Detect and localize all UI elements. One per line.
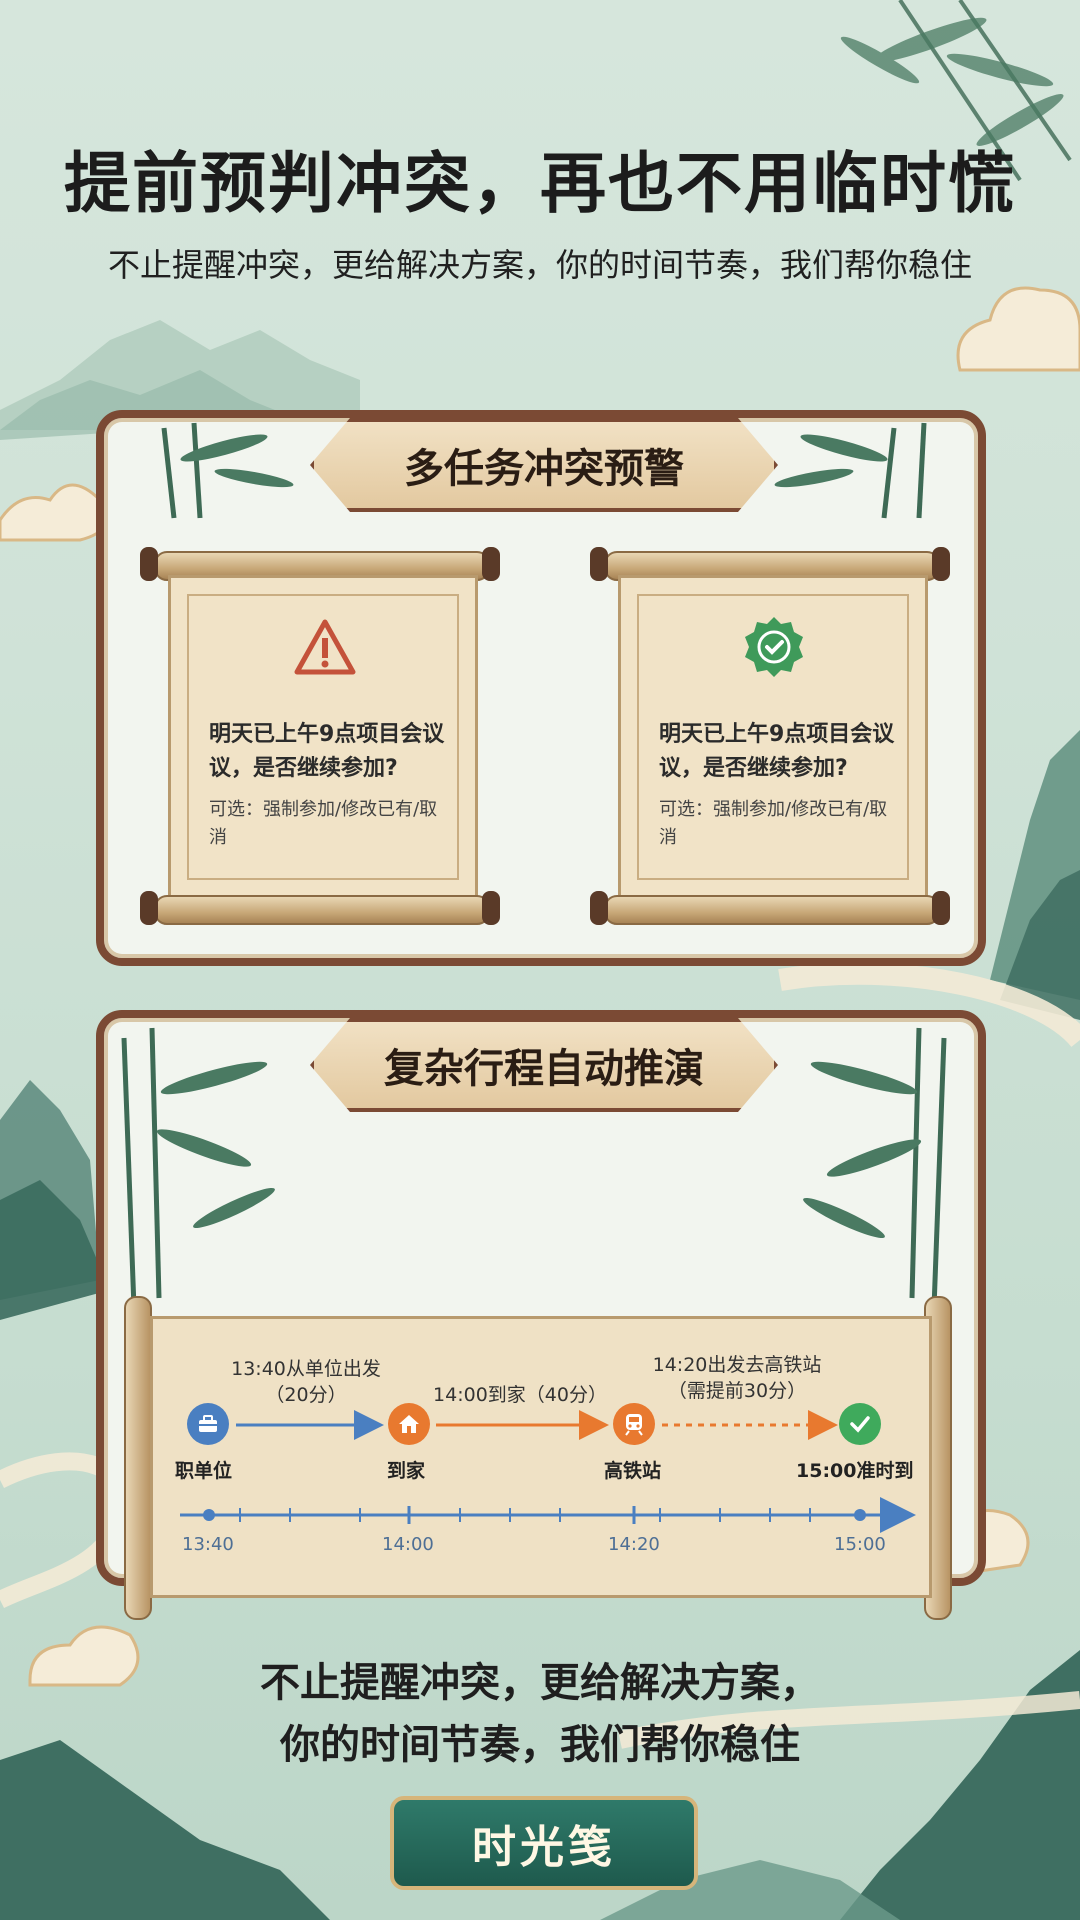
conflict-question: 明天已上午9点项目会议议，是否继续参加? xyxy=(209,722,445,781)
scroll-paper: 明天已上午9点项目会议议，是否继续参加? 可选：强制参加/修改已有/取消 xyxy=(618,575,928,899)
conflict-panel-title: 多任务冲突预警 xyxy=(310,418,778,512)
tick-label: 13:40 xyxy=(182,1534,234,1555)
briefcase-icon xyxy=(187,1403,229,1445)
tick-label: 14:00 xyxy=(382,1534,434,1555)
node-label-home: 到家 xyxy=(387,1460,426,1482)
conflict-card-2[interactable]: 明天已上午9点项目会议议，是否继续参加? 可选：强制参加/修改已有/取消 xyxy=(590,545,950,930)
conflict-options: 可选：强制参加/修改已有/取消 xyxy=(659,799,888,848)
node-label-arrival: 15:00准时到 xyxy=(796,1460,914,1482)
tick-label: 14:20 xyxy=(608,1534,660,1555)
page-title: 提前预判冲突，再也不用临时慌 xyxy=(64,145,1016,222)
scroll-knob xyxy=(140,547,158,581)
node-label-office: 职单位 xyxy=(175,1460,233,1482)
page-subtitle: 不止提醒冲突，更给解决方案，你的时间节奏，我们帮你稳住 xyxy=(107,246,972,284)
home-icon xyxy=(388,1403,430,1445)
brand-name: 时光笺 xyxy=(472,1822,616,1873)
scroll-bottom-rod xyxy=(604,895,940,925)
brand-badge[interactable]: 时光笺 xyxy=(390,1796,698,1890)
warning-triangle-icon xyxy=(294,619,356,675)
conflict-options: 可选：强制参加/修改已有/取消 xyxy=(209,799,438,848)
scroll-knob xyxy=(482,547,500,581)
scroll-bottom-rod xyxy=(154,895,490,925)
train-icon xyxy=(613,1403,655,1445)
itinerary-panel-title-text: 复杂行程自动推演 xyxy=(384,1046,704,1092)
tick-label: 15:00 xyxy=(834,1534,886,1555)
leg-label-3: 14:20出发去高铁站 （需提前30分） xyxy=(652,1354,822,1402)
check-badge-icon xyxy=(745,617,803,677)
scroll-paper: 明天已上午9点项目会议议，是否继续参加? 可选：强制参加/修改已有/取消 xyxy=(168,575,478,899)
conflict-panel-title-text: 多任务冲突预警 xyxy=(404,446,684,492)
node-label-station: 高铁站 xyxy=(604,1460,662,1482)
leg-label-1: 13:40从单位出发 （20分） xyxy=(231,1358,381,1406)
itinerary-panel-title: 复杂行程自动推演 xyxy=(310,1018,778,1112)
check-icon xyxy=(839,1403,881,1445)
leg-label-2: 14:00到家（40分） xyxy=(433,1384,607,1406)
footer-line-2: 你的时间节奏，我们帮你稳住 xyxy=(280,1722,800,1768)
conflict-question: 明天已上午9点项目会议议，是否继续参加? xyxy=(659,722,895,781)
scroll-left-rod xyxy=(124,1296,152,1620)
conflict-card-1[interactable]: 明天已上午9点项目会议议，是否继续参加? 可选：强制参加/修改已有/取消 xyxy=(140,545,500,930)
footer-line-1: 不止提醒冲突，更给解决方案， xyxy=(260,1660,820,1706)
